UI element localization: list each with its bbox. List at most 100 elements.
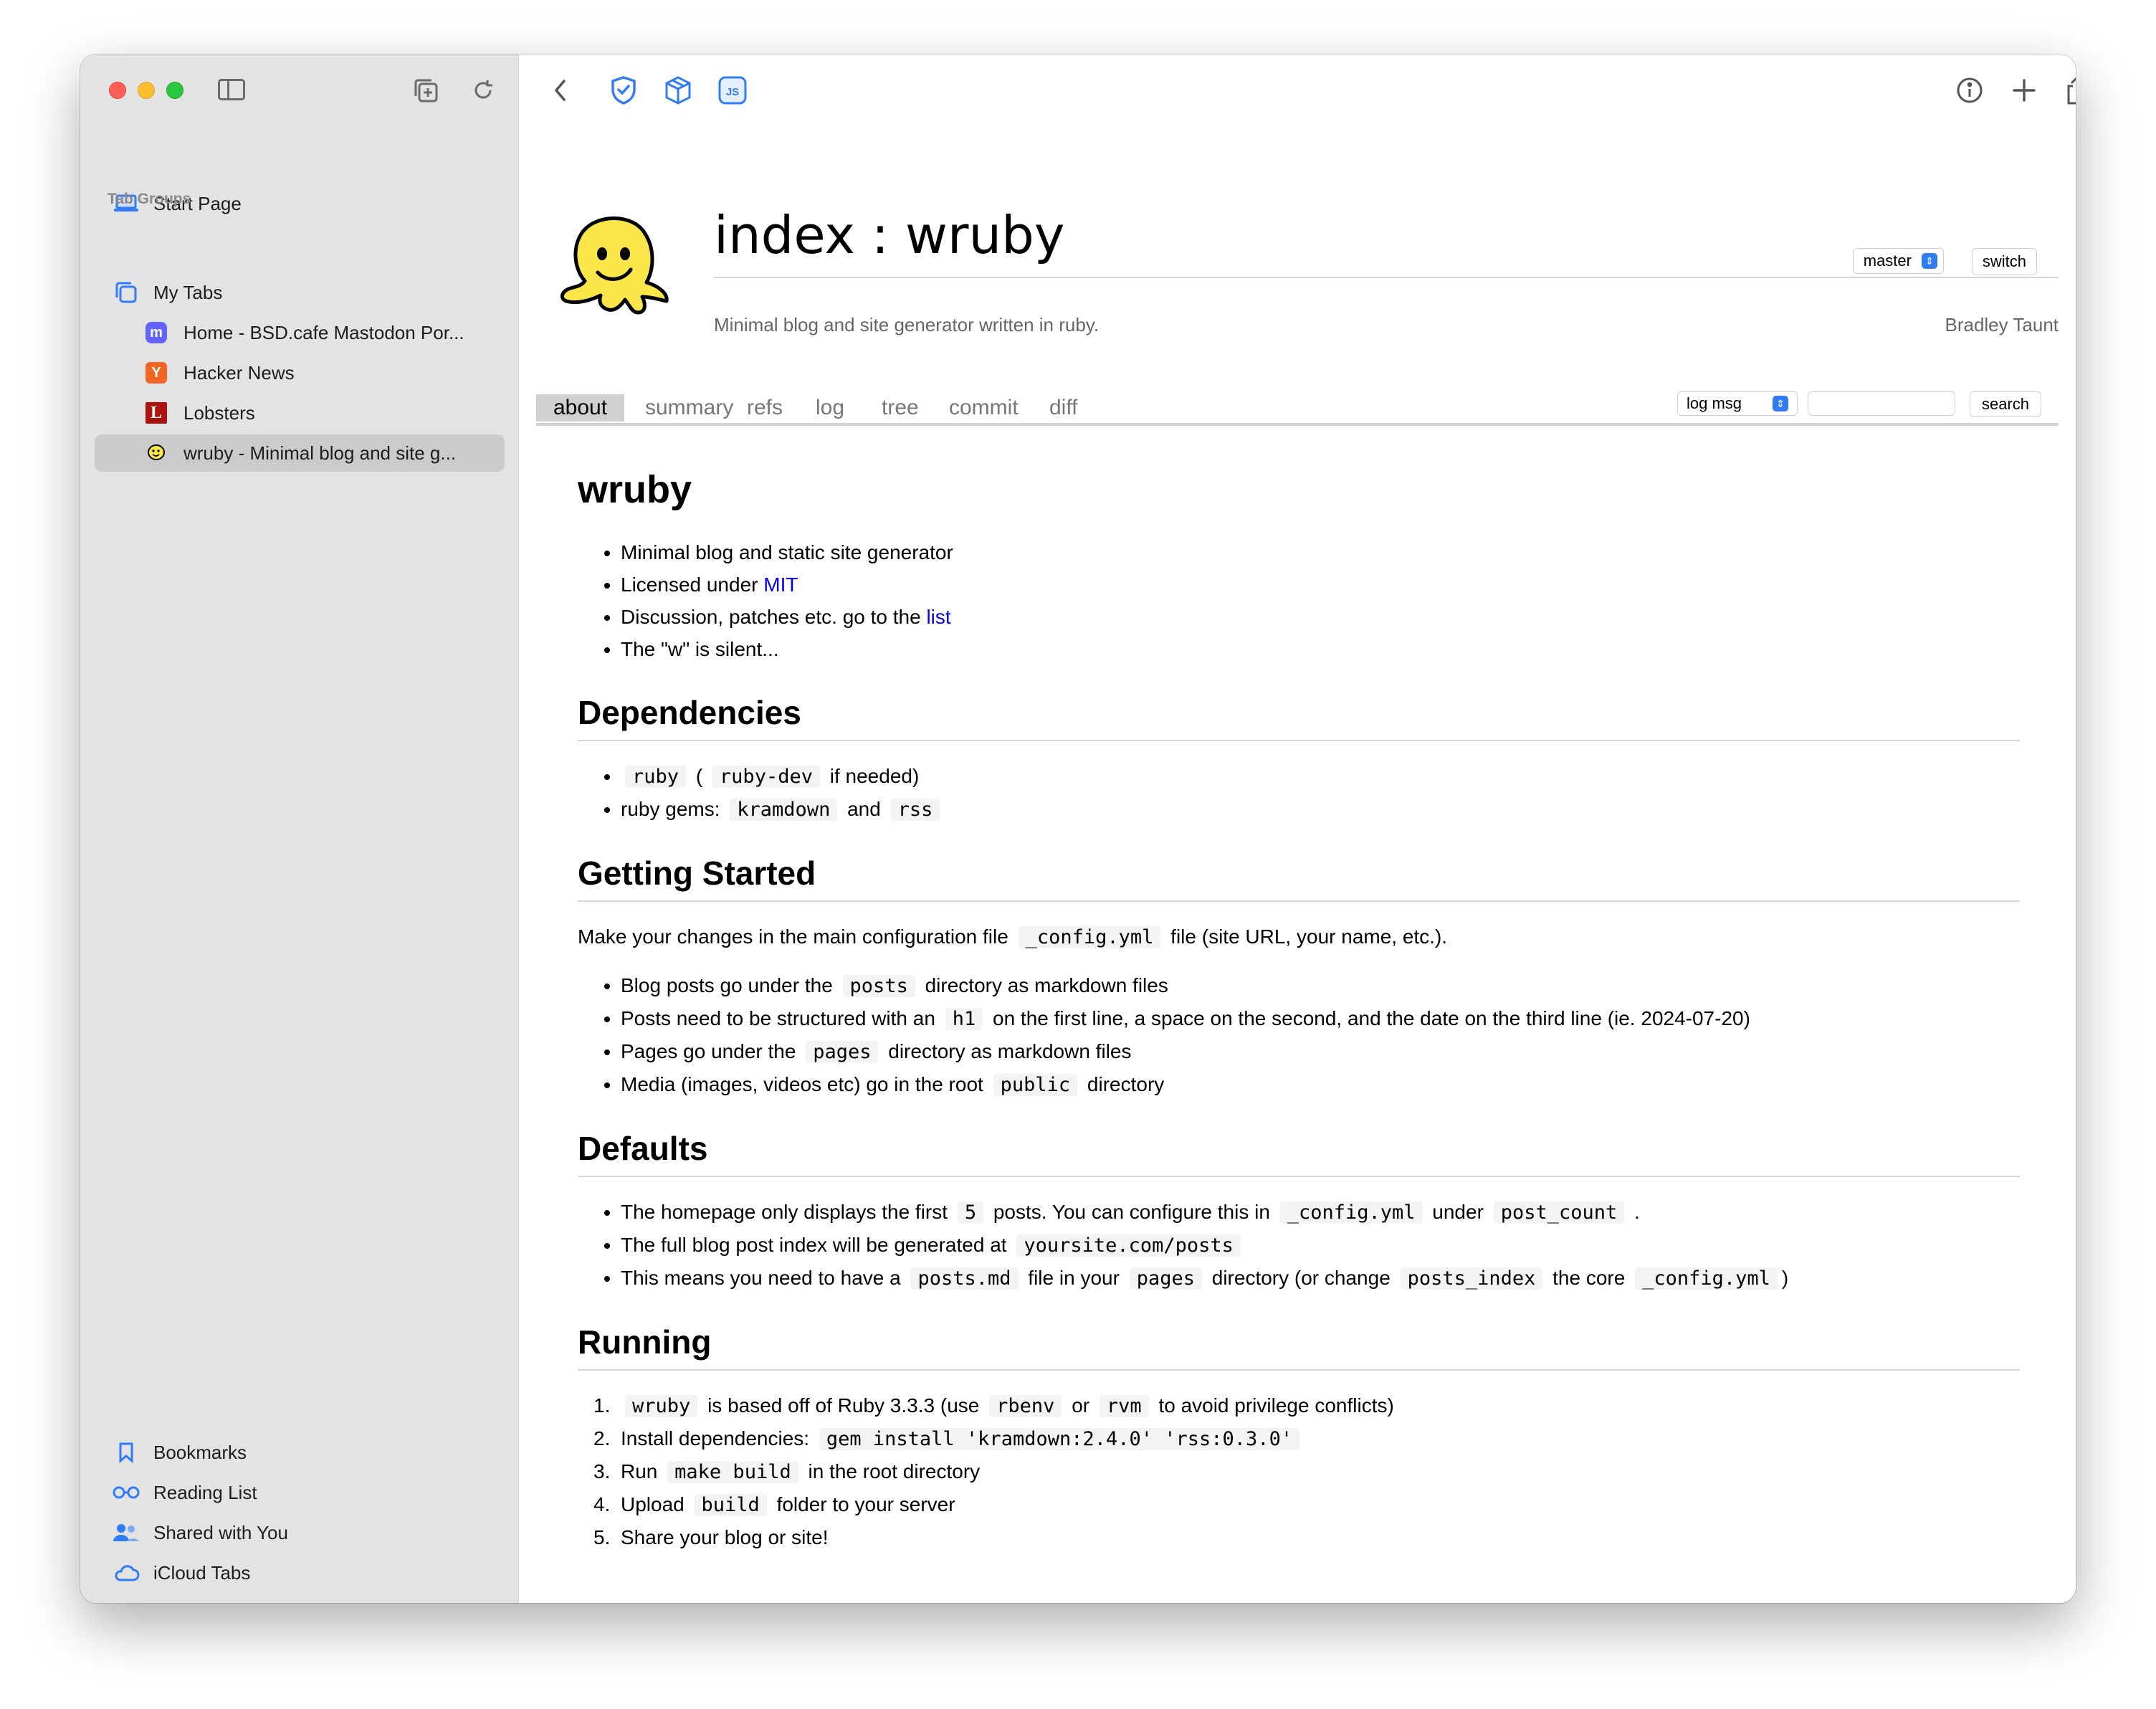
list-item: This means you need to have a posts.md f… (621, 1262, 2020, 1295)
sidebar-tab-item[interactable]: Y Hacker News (95, 354, 505, 391)
lobsters-icon: L (142, 399, 171, 427)
window-controls (109, 82, 183, 99)
branch-select[interactable]: master ⇕ (1852, 248, 1944, 274)
list-item: 3. Run make build in the root directory (593, 1460, 981, 1483)
section-heading-defaults: Defaults (578, 1127, 2020, 1177)
minimize-window-button[interactable] (138, 82, 155, 99)
list-item: 4. Upload build folder to your server (593, 1493, 955, 1516)
reading-glasses-icon (112, 1478, 140, 1507)
sidebar-item-shared-with-you[interactable]: Shared with You (95, 1514, 505, 1551)
select-arrows-icon: ⇕ (1922, 253, 1937, 269)
list-item: The full blog post index will be generat… (621, 1229, 2020, 1262)
list-item: Media (images, videos etc) go in the roo… (621, 1068, 2020, 1101)
dependencies-list: ruby ( ruby-dev if needed) ruby gems: kr… (621, 760, 2020, 826)
reload-icon[interactable] (470, 77, 496, 103)
list-item: Minimal blog and static site generator (621, 536, 2020, 568)
switch-button[interactable]: switch (1971, 248, 2037, 275)
select-arrows-icon: ⇕ (1773, 396, 1788, 411)
info-icon[interactable] (1954, 75, 1985, 106)
running-steps-list: 1. wruby is based off of Ruby 3.3.3 (use … (593, 1389, 2020, 1553)
tab-commit[interactable]: commit (932, 394, 1036, 422)
sidebar: Start Page Tab Groups My Tabs m Home - B… (80, 54, 519, 1603)
list-item: 5. Share your blog or site! (593, 1526, 829, 1548)
search-type-select[interactable]: log msg ⇕ (1677, 391, 1798, 416)
tab-diff[interactable]: diff (1032, 394, 1094, 422)
sidebar-tab-label: Lobsters (183, 401, 255, 424)
new-tab-group-icon[interactable] (413, 77, 439, 103)
list-item: Pages go under the pages directory as ma… (621, 1035, 2020, 1068)
close-window-button[interactable] (109, 82, 126, 99)
list-item: 1. wruby is based off of Ruby 3.3.3 (use … (593, 1394, 1394, 1417)
readme-content: wruby Minimal blog and static site gener… (578, 465, 2020, 1553)
sidebar-tab-item-selected[interactable]: wruby - Minimal blog and site g... (95, 434, 505, 472)
toolbar: JS (519, 54, 2076, 126)
mastodon-icon: m (142, 318, 171, 347)
shared-people-icon (112, 1518, 140, 1547)
cloud-icon (112, 1558, 140, 1587)
sidebar-toggle-icon[interactable] (218, 79, 245, 100)
tab-groups-heading: Tab Groups (108, 191, 191, 207)
mit-license-link[interactable]: MIT (763, 573, 798, 596)
sidebar-tab-label: Hacker News (183, 361, 295, 384)
sidebar-item-label: iCloud Tabs (153, 1561, 251, 1584)
sidebar-item-icloud-tabs[interactable]: iCloud Tabs (95, 1554, 505, 1591)
sidebar-item-reading-list[interactable]: Reading List (95, 1474, 505, 1511)
sidebar-item-label: Bookmarks (153, 1441, 247, 1463)
main-area: JS index: wruby master ⇕ switch Minimal… (519, 54, 2076, 1603)
branch-value: master (1863, 252, 1912, 270)
repo-tabs: about summary refs log tree commit diff … (536, 391, 2059, 426)
section-heading-dependencies: Dependencies (578, 691, 2020, 741)
section-heading-running: Running (578, 1320, 2020, 1371)
intro-list: Minimal blog and static site generator L… (621, 536, 2020, 665)
sidebar-tab-item[interactable]: L Lobsters (95, 394, 505, 432)
list-item: Licensed under MIT (621, 568, 2020, 601)
page-title: index : wruby (714, 205, 1065, 265)
sidebar-tab-label: Home - BSD.cafe Mastodon Por... (183, 321, 464, 343)
cgit-logo-icon[interactable] (555, 216, 672, 317)
search-input[interactable] (1808, 391, 1955, 416)
extension-box-icon[interactable] (662, 75, 694, 106)
paragraph: Make your changes in the main configurat… (578, 925, 1448, 948)
cgit-page: index : wruby master ⇕ switch Minimal bl… (536, 126, 2059, 1603)
sidebar-item-label: My Tabs (153, 281, 223, 303)
readme-title: wruby (578, 468, 692, 511)
svg-text:JS: JS (726, 86, 739, 98)
new-tab-plus-icon[interactable] (2008, 75, 2040, 106)
tab-log[interactable]: log (798, 394, 862, 422)
search-type-value: log msg (1687, 394, 1742, 412)
sidebar-item-label: Reading List (153, 1481, 257, 1503)
list-item: The "w" is silent... (621, 633, 2020, 665)
share-icon[interactable] (2061, 75, 2076, 106)
search-button[interactable]: search (1969, 391, 2041, 417)
list-item: Discussion, patches etc. go to the list (621, 601, 2020, 633)
shield-icon[interactable] (608, 75, 639, 106)
repo-description: Minimal blog and site generator written … (714, 314, 1100, 335)
sidebar-tab-label: wruby - Minimal blog and site g... (183, 442, 457, 464)
list-item: ruby gems: kramdown and rss (621, 793, 2020, 826)
cgit-logo-icon (142, 439, 171, 467)
tab-about[interactable]: about (536, 394, 625, 422)
sidebar-item-my-tabs[interactable]: My Tabs (95, 274, 505, 311)
tabs-icon (112, 278, 140, 307)
tab-tree[interactable]: tree (864, 394, 936, 422)
section-heading-getting-started: Getting Started (578, 852, 2020, 902)
back-button[interactable] (545, 75, 576, 106)
hacker-news-icon: Y (142, 358, 171, 387)
sidebar-tab-item[interactable]: m Home - BSD.cafe Mastodon Por... (95, 314, 505, 351)
list-item: ruby ( ruby-dev if needed) (621, 760, 2020, 793)
browser-window: Start Page Tab Groups My Tabs m Home - B… (80, 54, 2076, 1603)
mailing-list-link[interactable]: list (926, 606, 950, 628)
bookmark-icon (112, 1438, 140, 1467)
list-item: Posts need to be structured with an h1 o… (621, 1002, 2020, 1035)
zoom-window-button[interactable] (166, 82, 183, 99)
list-item: 2. Install dependencies: gem install 'kra… (593, 1422, 2020, 1455)
defaults-list: The homepage only displays the first 5 p… (621, 1196, 2020, 1295)
getting-started-list: Blog posts go under the posts directory … (621, 969, 2020, 1101)
title-divider (714, 277, 2059, 278)
tab-refs[interactable]: refs (730, 394, 800, 422)
sidebar-item-label: Shared with You (153, 1521, 288, 1543)
repo-owner: Bradley Taunt (1945, 314, 2059, 335)
sidebar-item-bookmarks[interactable]: Bookmarks (95, 1434, 505, 1471)
javascript-toggle-icon[interactable]: JS (717, 75, 748, 106)
list-item: Blog posts go under the posts directory … (621, 969, 2020, 1002)
